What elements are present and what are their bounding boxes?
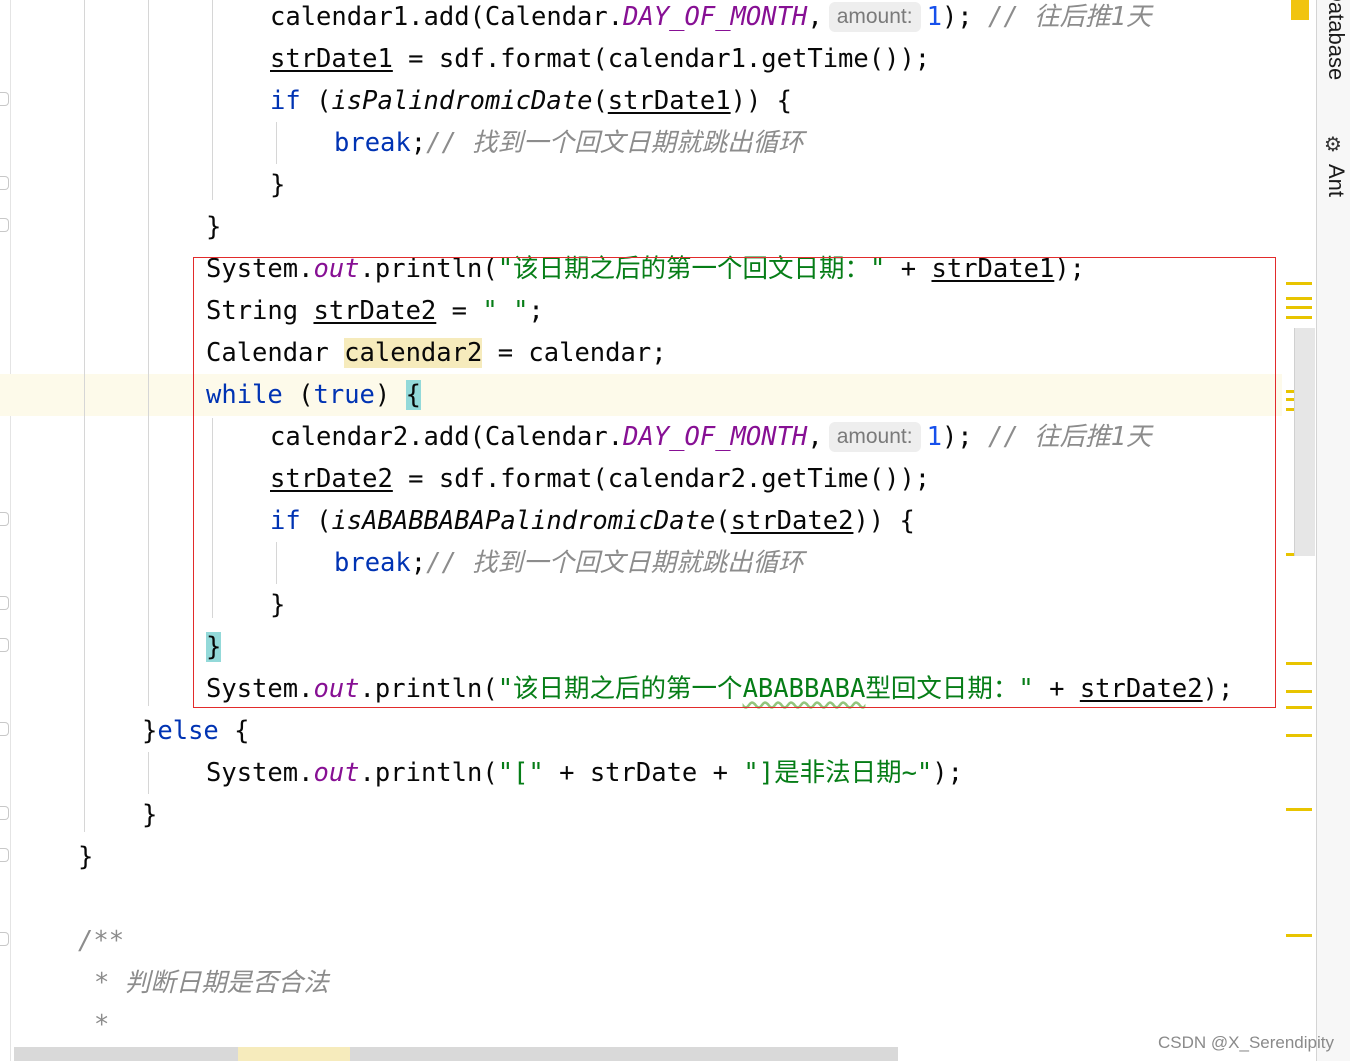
warning-marker[interactable]: [1286, 690, 1312, 693]
highlighted-fragment: [238, 1047, 350, 1061]
code-line[interactable]: System.out.println("[" + strDate + "]是非法…: [206, 752, 963, 794]
code-line[interactable]: strDate2 = sdf.format(calendar2.getTime(…: [270, 458, 930, 500]
code-line[interactable]: break;// 找到一个回文日期就跳出循环: [334, 542, 804, 584]
warning-marker[interactable]: [1286, 808, 1312, 811]
warning-marker[interactable]: [1286, 734, 1312, 737]
warning-marker[interactable]: [1286, 316, 1312, 319]
indent-guide: [212, 0, 213, 200]
matched-brace: }: [206, 632, 222, 662]
vertical-scrollbar-thumb[interactable]: [1294, 328, 1315, 556]
code-line[interactable]: *: [94, 1004, 109, 1046]
code-editor[interactable]: calendar1.add(Calendar.DAY_OF_MONTH, amou…: [0, 0, 1316, 1061]
fold-marker[interactable]: [0, 848, 9, 862]
code-line[interactable]: }: [270, 164, 285, 206]
warning-marker[interactable]: [1286, 706, 1312, 709]
parameter-hint: amount:: [828, 422, 921, 452]
warning-marker[interactable]: [1286, 297, 1312, 300]
editor-accent-marker: [1291, 0, 1309, 20]
warning-marker[interactable]: [1286, 282, 1312, 285]
code-line[interactable]: Calendar calendar2 = calendar;: [206, 332, 667, 374]
warning-marker[interactable]: [1286, 662, 1312, 665]
code-line-current[interactable]: while (true) {: [206, 374, 421, 416]
horizontal-scrollbar[interactable]: [14, 1047, 898, 1061]
code-line[interactable]: }: [206, 626, 222, 668]
fold-marker[interactable]: [0, 638, 9, 652]
fold-marker[interactable]: [0, 596, 9, 610]
parameter-hint: amount:: [828, 2, 921, 32]
fold-marker[interactable]: [0, 722, 9, 736]
fold-marker[interactable]: [0, 932, 9, 946]
indent-guide: [276, 542, 277, 584]
code-line[interactable]: }else {: [142, 710, 250, 752]
ant-tab[interactable]: Ant: [1323, 164, 1349, 197]
code-line[interactable]: calendar2.add(Calendar.DAY_OF_MONTH, amou…: [270, 416, 1151, 458]
indent-guide: [84, 0, 85, 832]
code-line[interactable]: }: [78, 836, 93, 878]
code-line[interactable]: }: [270, 584, 285, 626]
code-line[interactable]: break;// 找到一个回文日期就跳出循环: [334, 122, 804, 164]
fold-marker[interactable]: [0, 176, 9, 190]
database-tab[interactable]: Database: [1323, 0, 1349, 80]
fold-marker[interactable]: [0, 806, 9, 820]
code-line[interactable]: strDate1 = sdf.format(calendar1.getTime(…: [270, 38, 930, 80]
code-line[interactable]: String strDate2 = " ";: [206, 290, 544, 332]
current-line-highlight: [0, 374, 1282, 416]
fold-marker[interactable]: [0, 218, 9, 232]
code-line[interactable]: if (isABABBABAPalindromicDate(strDate2))…: [270, 500, 915, 542]
code-line[interactable]: * 判断日期是否合法: [94, 962, 329, 1004]
code-line[interactable]: System.out.println("该日期之后的第一个ABABBABA型回文…: [206, 668, 1233, 710]
indent-guide: [148, 0, 149, 706]
watermark: CSDN @X_Serendipity: [1158, 1033, 1334, 1052]
warning-marker[interactable]: [1286, 934, 1312, 937]
code-line[interactable]: }: [142, 794, 157, 836]
fold-marker[interactable]: [0, 512, 9, 526]
indent-guide: [148, 752, 149, 794]
code-line[interactable]: System.out.println("该日期之后的第一个回文日期：" + st…: [206, 248, 1085, 290]
indent-guide: [212, 418, 213, 618]
code-line[interactable]: }: [206, 206, 221, 248]
right-tool-sidebar: Database Ant: [1316, 0, 1350, 1061]
fold-marker[interactable]: [0, 92, 9, 106]
ant-icon[interactable]: ⚙: [1324, 132, 1342, 156]
fold-gutter: [0, 0, 11, 1061]
warning-marker[interactable]: [1286, 306, 1312, 309]
code-line[interactable]: /**: [78, 920, 124, 962]
code-line[interactable]: if (isPalindromicDate(strDate1)) {: [270, 80, 792, 122]
matched-brace: {: [405, 380, 421, 410]
indent-guide: [276, 122, 277, 164]
code-line[interactable]: calendar1.add(Calendar.DAY_OF_MONTH, amou…: [270, 0, 1151, 38]
